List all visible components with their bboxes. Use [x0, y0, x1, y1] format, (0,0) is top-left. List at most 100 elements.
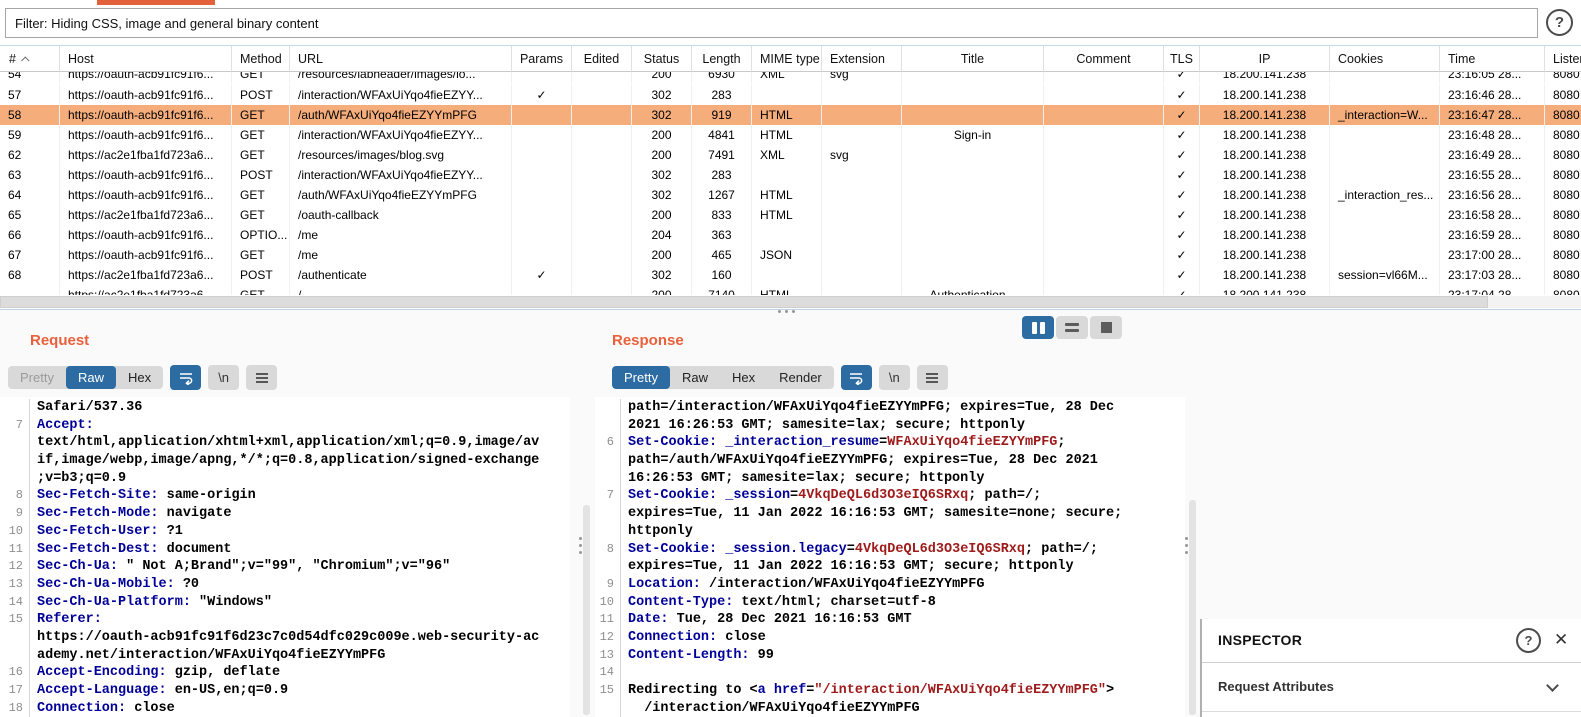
- column-header-host[interactable]: Host: [60, 46, 232, 72]
- column-header-tls[interactable]: TLS: [1164, 46, 1200, 72]
- history-row-66[interactable]: 66 https://oauth-acb91fc91f6... OPTIO.../m…: [0, 225, 1581, 245]
- column-header-cookies[interactable]: Cookies: [1330, 46, 1440, 72]
- request-menu-button[interactable]: [246, 365, 278, 390]
- column-header-params[interactable]: Params: [512, 46, 572, 72]
- column-header-label: Params: [519, 52, 564, 66]
- cell-port: 8080: [1545, 225, 1581, 245]
- column-header-label: IP: [1258, 52, 1271, 66]
- inspector-section-request-attributes[interactable]: Request Attributes: [1202, 663, 1581, 712]
- line-content: /interaction/WFAxUiYqo4fieEZYYmPFG: [628, 700, 920, 716]
- line-content: [621, 664, 628, 682]
- history-row-63[interactable]: 63 https://oauth-acb91fc91f6... POST/inter…: [0, 165, 1581, 185]
- column-header-title[interactable]: Title: [902, 46, 1044, 72]
- filter-help-icon[interactable]: ?: [1546, 9, 1573, 36]
- layout-split-vertical-button[interactable]: [1022, 316, 1054, 339]
- column-header-label: MIME type: [760, 52, 820, 66]
- request-editor[interactable]: Safari/537.36 7 Accept: text/html,applicati…: [0, 397, 570, 717]
- column-header-method[interactable]: Method: [232, 46, 290, 72]
- history-row-68[interactable]: 68 https://ac2e1fba1fd723a6... POST/authen…: [0, 265, 1581, 285]
- line-number: 18: [0, 699, 30, 717]
- response-show-newlines-button[interactable]: \n: [878, 365, 910, 390]
- column-header-status[interactable]: Status: [632, 46, 692, 72]
- inspector-section-request-cookies-1[interactable]: Request Cookies (1): [1202, 712, 1581, 717]
- cell-edited: [572, 245, 632, 265]
- column-header-extension[interactable]: Extension: [822, 46, 902, 72]
- history-row-58[interactable]: 58 https://oauth-acb91fc91f6... GET/auth/W…: [0, 105, 1581, 125]
- history-row-57[interactable]: 57 https://oauth-acb91fc91f6... POST/inter…: [0, 85, 1581, 105]
- pane-splitter-handle[interactable]: [778, 310, 795, 313]
- response-vertical-scrollbar[interactable]: [1189, 500, 1196, 715]
- line-number: 9: [595, 575, 621, 594]
- column-header-url[interactable]: URL: [290, 46, 512, 72]
- cell-status: 302: [632, 85, 692, 105]
- cell-time: 23:17:00 28...: [1440, 245, 1545, 265]
- cell-comment: [1044, 285, 1164, 295]
- inspector-close-icon[interactable]: ✕: [1554, 630, 1568, 650]
- inspector-help-icon[interactable]: ?: [1516, 628, 1541, 653]
- line-content: Set-Cookie: _session=4VkqDeQL6d3O3eIQ6SR…: [628, 488, 1042, 504]
- history-row[interactable]: https://ac2e1fba1fd723a6... GET/ 200 7140 HT…: [0, 285, 1581, 295]
- layout-split-horizontal-button[interactable]: [1056, 316, 1088, 339]
- cell-url: /interaction/WFAxUiYqo4fieEZYY...: [290, 165, 512, 185]
- column-header-label: Title: [960, 52, 985, 66]
- cell-ip: 18.200.141.238: [1200, 105, 1330, 125]
- line-number: [0, 628, 30, 647]
- cell-ip: 18.200.141.238: [1200, 125, 1330, 145]
- cell-comment: [1044, 225, 1164, 245]
- table-horizontal-scrollbar-thumb[interactable]: [0, 296, 1488, 308]
- line-content: Connection: close: [37, 700, 175, 716]
- history-row-62[interactable]: 62 https://ac2e1fba1fd723a6... GET/resourc…: [0, 145, 1581, 165]
- history-row-67[interactable]: 67 https://oauth-acb91fc91f6... GET/me 200 4…: [0, 245, 1581, 265]
- column-header-time[interactable]: Time: [1440, 46, 1545, 72]
- cell-comment: [1044, 85, 1164, 105]
- request-vertical-scrollbar[interactable]: [583, 505, 590, 715]
- request-tab-pretty[interactable]: Pretty: [8, 366, 66, 389]
- response-inspector-splitter-handle[interactable]: [1185, 537, 1188, 554]
- column-header-label: Edited: [583, 52, 620, 66]
- history-row-64[interactable]: 64 https://oauth-acb91fc91f6... GET/auth/W…: [0, 185, 1581, 205]
- cell-comment: [1044, 205, 1164, 225]
- response-tab-render[interactable]: Render: [767, 366, 834, 389]
- response-tab-raw[interactable]: Raw: [670, 366, 720, 389]
- cell-ext: [822, 165, 902, 185]
- request-code-line: 7 Accept:: [0, 416, 570, 435]
- column-header-index[interactable]: #: [0, 46, 60, 72]
- response-word-wrap-button[interactable]: [840, 365, 872, 390]
- filter-bar[interactable]: Filter: Hiding CSS, image and general bi…: [5, 8, 1538, 38]
- cell-time: 23:16:05 28...: [1440, 72, 1545, 84]
- column-header-comment[interactable]: Comment: [1044, 46, 1164, 72]
- layout-single-button[interactable]: [1090, 316, 1122, 339]
- column-header-ip[interactable]: IP: [1200, 46, 1330, 72]
- cell-length: 363: [692, 225, 752, 245]
- cell-status: 302: [632, 105, 692, 125]
- check-icon: ✓: [1164, 85, 1200, 105]
- column-header-length[interactable]: Length: [692, 46, 752, 72]
- request-word-wrap-button[interactable]: [170, 365, 202, 390]
- response-tab-pretty[interactable]: Pretty: [612, 366, 670, 389]
- cell-ext: [822, 185, 902, 205]
- check-icon: ✓: [1164, 285, 1200, 295]
- request-show-newlines-button[interactable]: \n: [208, 365, 240, 390]
- column-header-mime-type[interactable]: MIME type: [752, 46, 822, 72]
- cell-url: /me: [290, 245, 512, 265]
- response-tab-hex[interactable]: Hex: [720, 366, 767, 389]
- line-number: 12: [595, 628, 621, 647]
- history-row-54[interactable]: 54 https://oauth-acb91fc91f6... GET/resour…: [0, 72, 1581, 85]
- request-tab-hex[interactable]: Hex: [116, 366, 163, 389]
- table-horizontal-scrollbar[interactable]: [0, 296, 1581, 308]
- request-tab-raw[interactable]: Raw: [65, 366, 116, 389]
- column-header-edited[interactable]: Edited: [572, 46, 632, 72]
- request-response-splitter-handle[interactable]: [579, 537, 582, 554]
- cell-cookies: [1330, 145, 1440, 165]
- response-editor[interactable]: path=/interaction/WFAxUiYqo4fieEZYYmPFG;…: [595, 397, 1185, 717]
- cell-time: 23:16:47 28...: [1440, 105, 1545, 125]
- history-row-59[interactable]: 59 https://oauth-acb91fc91f6... GET/intera…: [0, 125, 1581, 145]
- response-code-line: path=/auth/WFAxUiYqo4fieEZYYmPFG; expire…: [595, 452, 1185, 470]
- cell-ext: [822, 265, 902, 285]
- line-content: expires=Tue, 11 Jan 2022 16:16:53 GMT; s…: [628, 506, 1123, 522]
- response-menu-button[interactable]: [916, 365, 948, 390]
- line-content: ademy.net/interaction/WFAxUiYqo4fieEZYYm…: [37, 647, 386, 663]
- cell-length: 1267: [692, 185, 752, 205]
- column-header-listener-port[interactable]: Listener port: [1545, 46, 1581, 72]
- history-row-65[interactable]: 65 https://ac2e1fba1fd723a6... GET/oauth-c…: [0, 205, 1581, 225]
